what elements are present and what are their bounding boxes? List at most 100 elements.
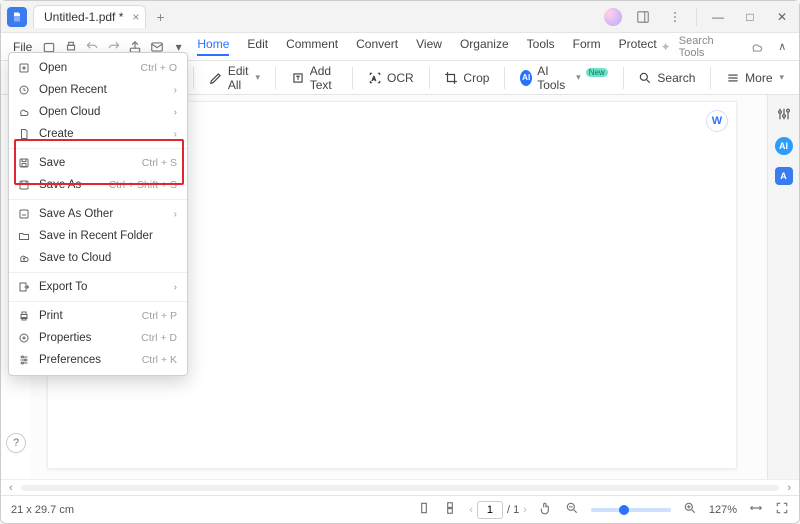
edit-all-tool[interactable]: Edit All▾ [204,61,265,95]
view-single-icon[interactable] [417,501,431,518]
tab-comment[interactable]: Comment [286,37,338,56]
menu-shortcut: Ctrl + Shift + S [109,179,177,191]
clock-icon [17,83,31,97]
titlebar: Untitled-1.pdf * × + — □ ✕ [1,1,799,33]
sparkle-icon[interactable]: ✦ [661,40,671,54]
print-icon [17,309,31,323]
chevron-right-icon: › [174,209,177,220]
more-tool[interactable]: More▾ [721,68,789,88]
tab-home[interactable]: Home [197,37,229,56]
scroll-left-icon[interactable]: ‹ [9,482,13,494]
menu-save-in-recent-folder[interactable]: Save in Recent Folder [9,225,187,247]
menu-save[interactable]: Save Ctrl + S [9,152,187,174]
menu-shortcut: Ctrl + K [142,354,177,366]
menu-save-as[interactable]: Save As Ctrl + Shift + S [9,174,187,196]
menu-properties[interactable]: PropertiesCtrl + D [9,327,187,349]
fullscreen-icon[interactable] [775,501,789,518]
sliders-icon[interactable] [773,103,795,125]
folder-icon [17,229,31,243]
cloud-icon [17,105,31,119]
menu-item-label: Preferences [39,354,134,366]
prefs-icon [17,353,31,367]
zoom-out-icon[interactable] [565,501,579,518]
zoom-in-icon[interactable] [683,501,697,518]
zoom-value[interactable]: 127% [709,504,737,516]
doc-icon [17,127,31,141]
chevron-right-icon: › [174,282,177,293]
menu-open-recent[interactable]: Open Recent› [9,79,187,101]
menu-export-to[interactable]: Export To› [9,276,187,298]
menu-open[interactable]: OpenCtrl + O [9,57,187,79]
tab-edit[interactable]: Edit [247,37,268,56]
menu-item-label: Save in Recent Folder [39,230,177,242]
kebab-menu-icon[interactable] [664,6,686,28]
saveother-icon [17,207,31,221]
search-label: Search [657,71,695,85]
hand-tool-icon[interactable] [539,501,553,518]
menu-shortcut: Ctrl + S [142,157,177,169]
menu-print[interactable]: PrintCtrl + P [9,305,187,327]
ai-assist-icon[interactable]: A [775,167,793,185]
menu-save-to-cloud[interactable]: Save to Cloud [9,247,187,269]
more-label: More [745,71,772,85]
document-tab-title: Untitled-1.pdf * [44,10,123,24]
add-text-tool[interactable]: Add Text [286,61,343,95]
menu-item-label: Open Recent [39,84,166,96]
menu-save-as-other[interactable]: Save As Other› [9,203,187,225]
search-tool[interactable]: Search [633,68,700,88]
menu-open-cloud[interactable]: Open Cloud › [9,101,187,123]
props-icon [17,331,31,345]
word-float-button[interactable]: W [706,110,728,132]
panel-icon[interactable] [632,6,654,28]
menu-create[interactable]: Create› [9,123,187,145]
ocr-tool[interactable]: AOCR [363,68,419,88]
scroll-right-icon[interactable]: › [787,482,791,494]
tab-view[interactable]: View [416,37,442,56]
window-maximize[interactable]: □ [739,6,761,28]
chevron-right-icon: › [174,107,177,118]
new-tab-button[interactable]: + [156,9,164,25]
menu-item-label: Open Cloud [39,106,166,118]
prev-page-icon[interactable]: ‹ [469,504,473,516]
ribbon-tabs: Home Edit Comment Convert View Organize … [197,37,656,56]
fit-width-icon[interactable] [749,501,763,518]
document-tab[interactable]: Untitled-1.pdf * × [33,5,146,28]
window-minimize[interactable]: — [707,6,729,28]
crop-tool[interactable]: Crop [439,68,494,88]
chevron-right-icon: › [174,129,177,140]
close-tab-icon[interactable]: × [132,10,139,24]
export-icon [17,280,31,294]
cloudup-icon [17,251,31,265]
ai-chat-icon[interactable]: AI [775,137,793,155]
page-dimensions: 21 x 29.7 cm [11,504,74,516]
tab-form[interactable]: Form [573,37,601,56]
cloud-sync-icon[interactable] [748,38,765,56]
zoom-slider[interactable] [591,508,671,512]
menu-shortcut: Ctrl + P [142,310,177,322]
search-tools-input[interactable]: Search Tools [679,35,740,59]
view-continuous-icon[interactable] [443,501,457,518]
ai-tools-label: AI Tools [537,64,569,92]
saveas-icon [17,178,31,192]
tab-protect[interactable]: Protect [619,37,657,56]
ai-tools[interactable]: AIAI Tools▾New [515,61,613,95]
collapse-ribbon-icon[interactable]: ∧ [774,38,791,56]
tab-convert[interactable]: Convert [356,37,398,56]
horizontal-scroll[interactable]: ‹ › [1,479,799,495]
tab-organize[interactable]: Organize [460,37,509,56]
tab-tools[interactable]: Tools [527,37,555,56]
scroll-track[interactable] [21,485,780,491]
window-close[interactable]: ✕ [771,6,793,28]
page-input[interactable] [477,501,503,519]
menu-item-label: Save As [39,179,101,191]
page-navigator: ‹ / 1 › [469,501,527,519]
help-button[interactable]: ? [6,433,26,453]
right-rail: AI A [767,95,799,479]
plus-icon [17,61,31,75]
ai-badge-icon: AI [520,70,532,86]
menu-item-label: Save [39,157,134,169]
menu-preferences[interactable]: Preferences Ctrl + K [9,349,187,371]
next-page-icon[interactable]: › [523,504,527,516]
user-avatar[interactable] [604,8,622,26]
zoom-knob[interactable] [619,505,629,515]
